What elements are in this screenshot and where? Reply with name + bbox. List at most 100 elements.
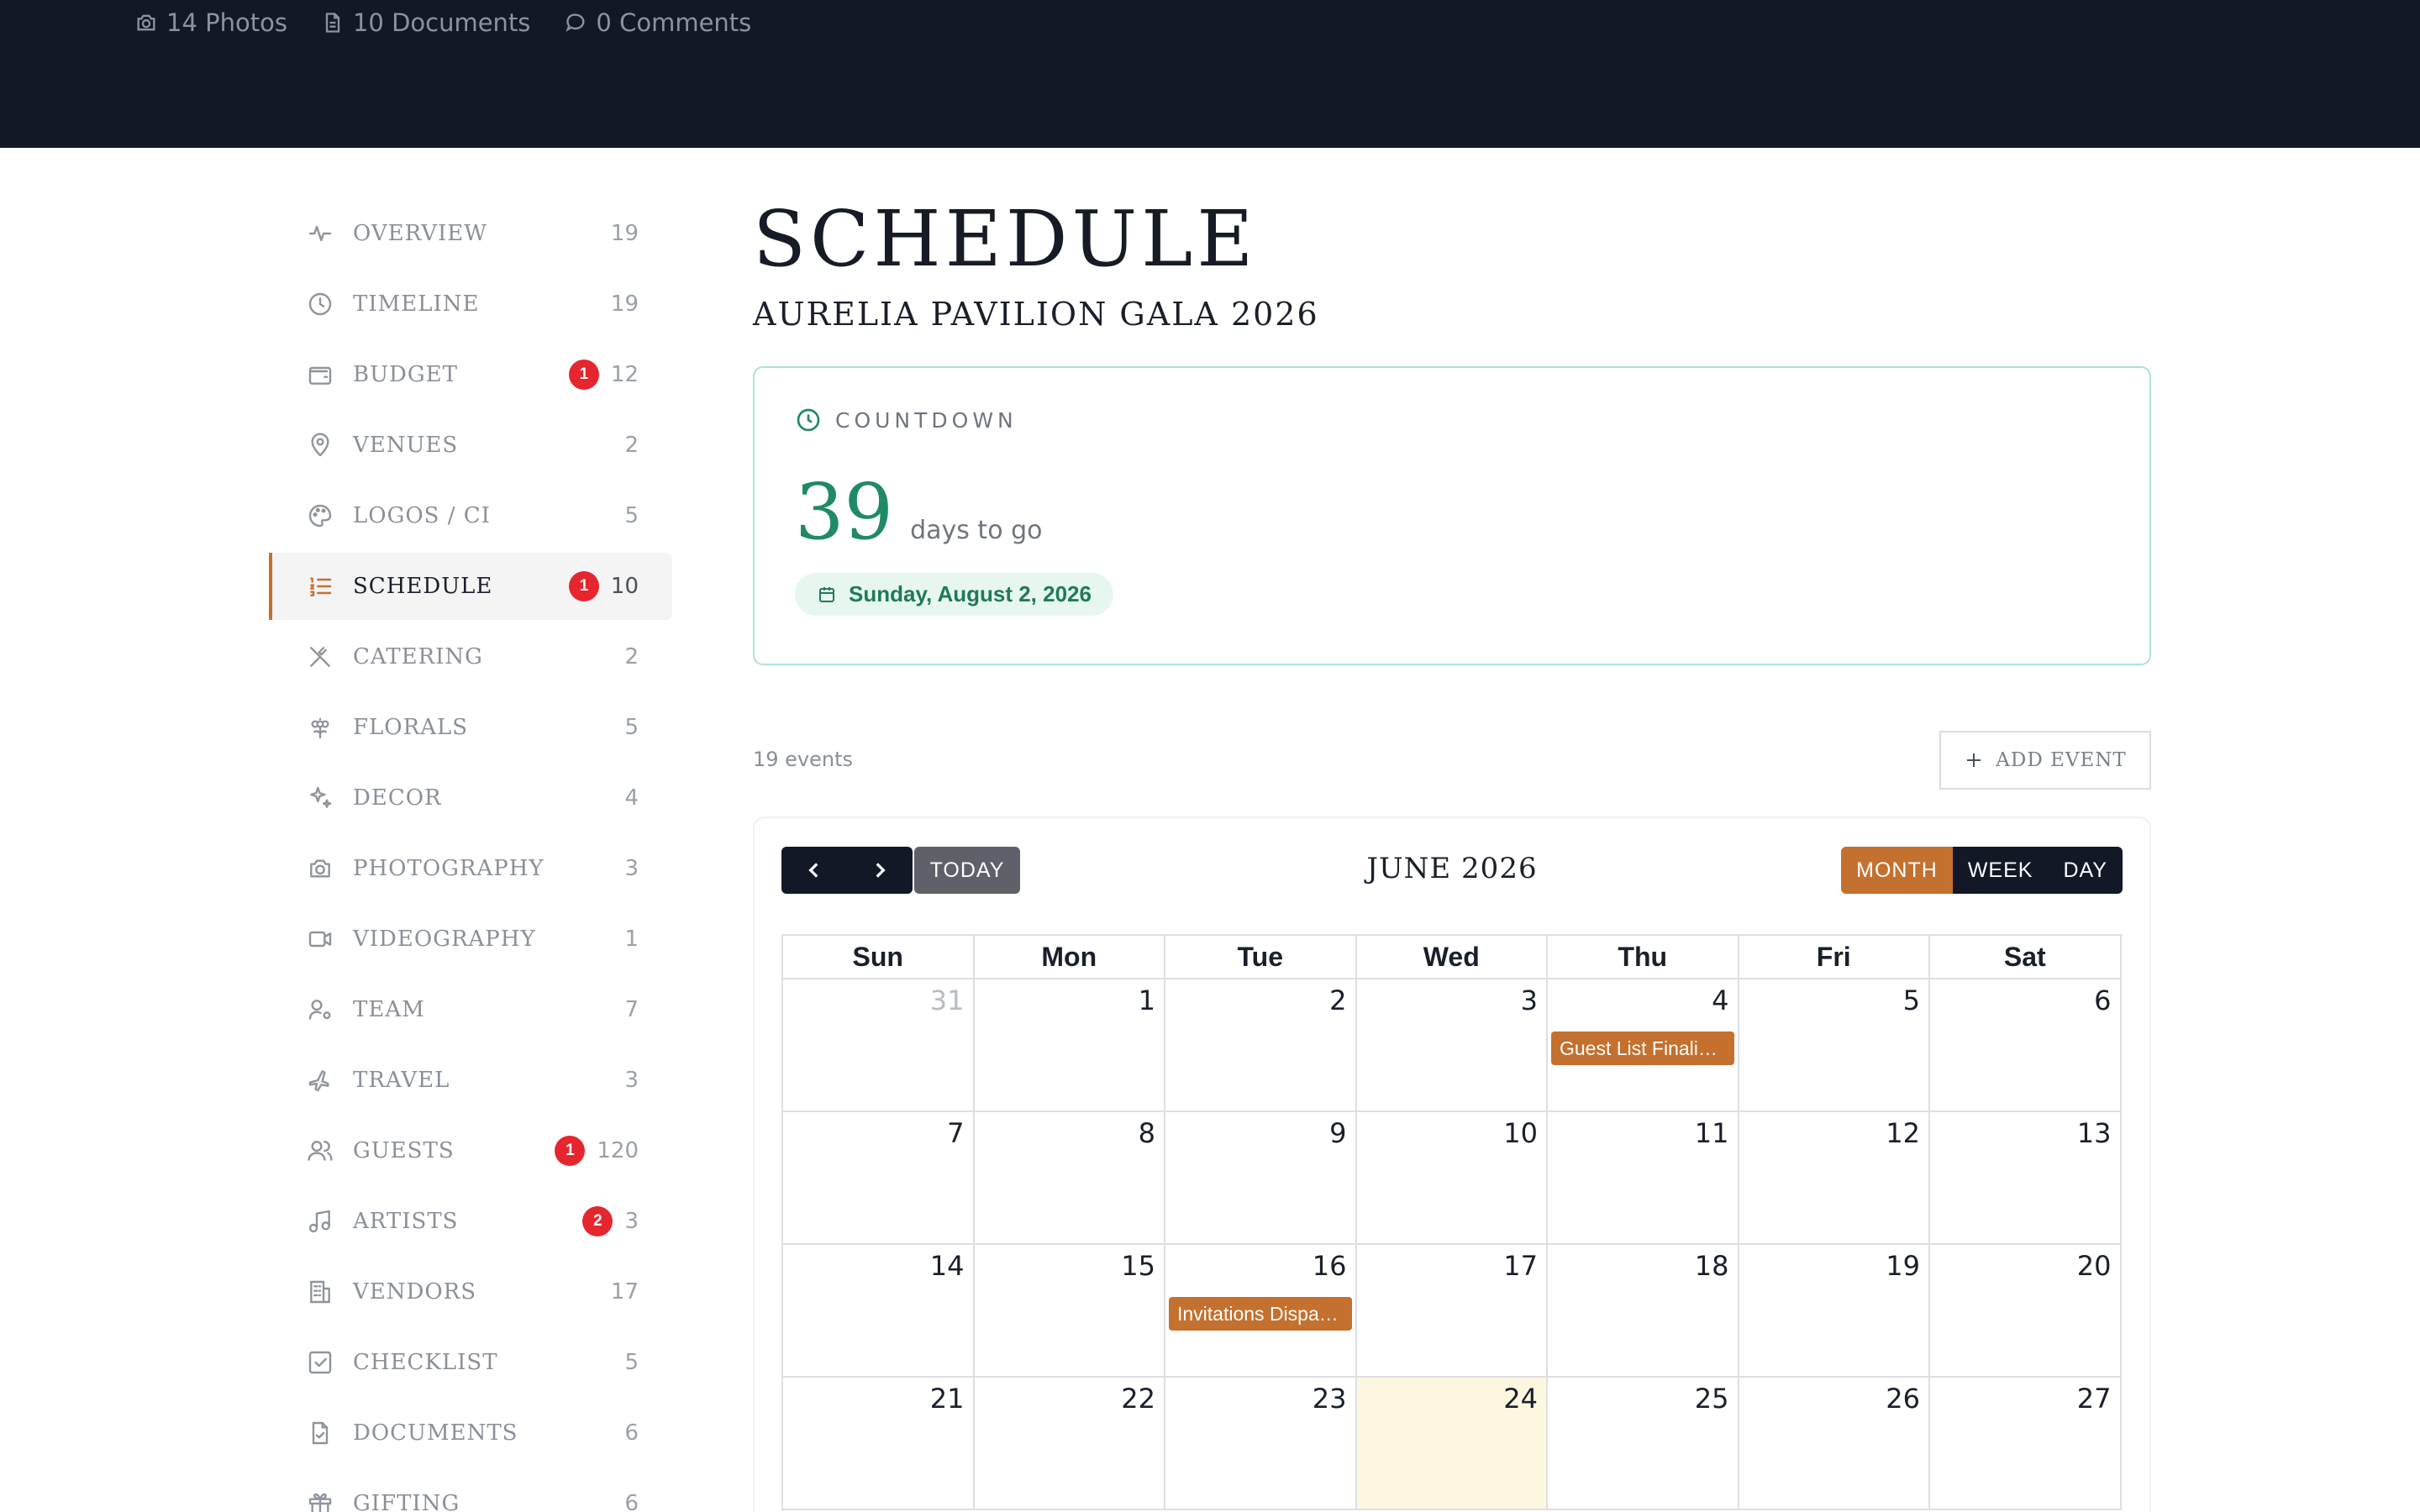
item-count: 5 xyxy=(624,715,639,740)
day-cell[interactable]: 8 xyxy=(974,1112,1165,1245)
day-cell[interactable]: 7 xyxy=(783,1112,975,1245)
sidebar-item-checklist[interactable]: CHECKLIST 5 xyxy=(269,1329,672,1396)
sidebar-item-vendors[interactable]: VENDORS 17 xyxy=(269,1258,672,1326)
sidebar-item-photography[interactable]: PHOTOGRAPHY 3 xyxy=(269,835,672,902)
sidebar-item-florals[interactable]: FLORALS 5 xyxy=(269,694,672,761)
sidebar-item-meta: 1 10 xyxy=(568,553,639,620)
sidebar-item-meta: 1 120 xyxy=(555,1117,639,1184)
sidebar-item-team[interactable]: TEAM 7 xyxy=(269,976,672,1043)
sidebar-item-label: TIMELINE xyxy=(353,291,480,317)
comments-stat[interactable]: 0 Comments xyxy=(564,8,751,37)
day-cell[interactable]: 20 xyxy=(1930,1245,2122,1378)
next-month-button[interactable] xyxy=(847,847,913,894)
countdown-value: 39 days to go xyxy=(795,470,2109,554)
event-date-label: Sunday, August 2, 2026 xyxy=(849,581,1092,606)
calendar: JUNE 2026 TODAY MONTH WEEK DAY Sun Mon Tue We… xyxy=(753,816,2151,1512)
item-count: 2 xyxy=(624,644,639,669)
sidebar-item-schedule[interactable]: SCHEDULE 1 10 xyxy=(269,553,672,620)
alert-badge: 1 xyxy=(555,1136,586,1166)
day-cell[interactable]: 22 xyxy=(974,1378,1165,1510)
sidebar-item-artists[interactable]: ARTISTS 2 3 xyxy=(269,1188,672,1255)
day-cell[interactable]: 12 xyxy=(1739,1112,1930,1245)
day-cell-today[interactable]: 24 xyxy=(1356,1378,1548,1510)
day-cell[interactable]: 15 xyxy=(974,1245,1165,1378)
day-cell[interactable]: 11 xyxy=(1548,1112,1739,1245)
check-square-icon xyxy=(306,1348,334,1377)
utensils-crossed-icon xyxy=(306,643,334,671)
day-cell[interactable]: 13 xyxy=(1930,1112,2122,1245)
calendar-toolbar: JUNE 2026 TODAY MONTH WEEK DAY xyxy=(781,847,2123,894)
weekday-header: Fri xyxy=(1739,936,1930,979)
day-cell[interactable]: 5 xyxy=(1739,979,1930,1112)
map-pin-icon xyxy=(306,431,334,459)
day-cell[interactable]: 1 xyxy=(974,979,1165,1112)
building-icon xyxy=(306,1278,334,1306)
day-cell[interactable]: 18 xyxy=(1548,1245,1739,1378)
day-cell[interactable]: 31 xyxy=(783,979,975,1112)
video-icon xyxy=(306,925,334,953)
day-cell[interactable]: 16 Invitations Dispatched xyxy=(1165,1245,1357,1378)
day-cell[interactable]: 23 xyxy=(1165,1378,1357,1510)
sidebar-item-meta: 2 xyxy=(624,412,639,479)
day-cell[interactable]: 4 Guest List Finalization xyxy=(1548,979,1739,1112)
day-cell[interactable]: 25 xyxy=(1548,1378,1739,1510)
day-cell[interactable]: 26 xyxy=(1739,1378,1930,1510)
sidebar-item-venues[interactable]: VENUES 2 xyxy=(269,412,672,479)
sidebar-item-logos-ci[interactable]: LOGOS / CI 5 xyxy=(269,482,672,549)
sidebar-item-decor[interactable]: DECOR 4 xyxy=(269,764,672,832)
day-cell[interactable]: 21 xyxy=(783,1378,975,1510)
day-number: 1 xyxy=(1138,984,1155,1016)
day-number: 22 xyxy=(1121,1383,1155,1415)
calendar-event[interactable]: Invitations Dispatched xyxy=(1169,1297,1352,1331)
sidebar-item-timeline[interactable]: TIMELINE 19 xyxy=(269,270,672,338)
view-month-button[interactable]: MONTH xyxy=(1841,847,1953,894)
day-cell[interactable]: 10 xyxy=(1356,1112,1548,1245)
sidebar-item-label: LOGOS / CI xyxy=(353,503,491,528)
item-count: 120 xyxy=(597,1138,639,1163)
day-cell[interactable]: 14 xyxy=(783,1245,975,1378)
prev-month-button[interactable] xyxy=(781,847,847,894)
sidebar-item-catering[interactable]: CATERING 2 xyxy=(269,623,672,690)
item-count: 10 xyxy=(610,574,639,599)
day-cell[interactable]: 19 xyxy=(1739,1245,1930,1378)
events-count: 19 events xyxy=(753,748,854,771)
sidebar-item-gifting[interactable]: GIFTING 6 xyxy=(269,1470,672,1512)
view-switcher: MONTH WEEK DAY xyxy=(1841,847,2123,894)
section-sidebar: OVERVIEW 19 TIMELINE 19 BUDGET 1 12 VENUES 2 LOGO… xyxy=(269,200,672,1512)
sidebar-item-overview[interactable]: OVERVIEW 19 xyxy=(269,200,672,267)
events-toolbar: 19 events ADD EVENT xyxy=(753,731,2151,790)
day-cell[interactable]: 17 xyxy=(1356,1245,1548,1378)
sidebar-item-meta: 5 xyxy=(624,482,639,549)
day-cell[interactable]: 6 xyxy=(1930,979,2122,1112)
calendar-event[interactable]: Guest List Finalization xyxy=(1551,1032,1734,1065)
sidebar-item-meta: 6 xyxy=(624,1470,639,1512)
comments-stat-label: 0 Comments xyxy=(596,8,752,37)
sidebar-item-label: BUDGET xyxy=(353,362,458,387)
view-day-button[interactable]: DAY xyxy=(2048,847,2123,894)
day-number: 27 xyxy=(2076,1383,2112,1415)
plus-icon xyxy=(1967,753,1981,767)
countdown-heading: COUNTDOWN xyxy=(795,407,2109,433)
sidebar-item-budget[interactable]: BUDGET 1 12 xyxy=(269,341,672,408)
item-count: 19 xyxy=(610,291,639,317)
today-button[interactable]: TODAY xyxy=(914,847,1020,894)
photos-stat[interactable]: 14 Photos xyxy=(134,8,287,37)
sidebar-item-travel[interactable]: TRAVEL 3 xyxy=(269,1047,672,1114)
view-week-button[interactable]: WEEK xyxy=(1952,847,2049,894)
sidebar-item-guests[interactable]: GUESTS 1 120 xyxy=(269,1117,672,1184)
day-cell[interactable]: 9 xyxy=(1165,1112,1357,1245)
day-number: 15 xyxy=(1121,1250,1155,1282)
day-cell[interactable]: 27 xyxy=(1930,1378,2122,1510)
project-stats: 14 Photos 10 Documents 0 Comments xyxy=(134,8,751,37)
sidebar-item-meta: 5 xyxy=(624,694,639,761)
day-cell[interactable]: 3 xyxy=(1356,979,1548,1112)
documents-stat[interactable]: 10 Documents xyxy=(321,8,530,37)
month-grid: Sun Mon Tue Wed Thu Fri Sat 31 1 2 3 4 Guest List Fi… xyxy=(781,934,2123,1510)
sidebar-item-label: VIDEOGRAPHY xyxy=(353,927,536,952)
sidebar-item-documents[interactable]: DOCUMENTS 6 xyxy=(269,1399,672,1467)
day-number: 2 xyxy=(1329,984,1347,1016)
sidebar-item-videography[interactable]: VIDEOGRAPHY 1 xyxy=(269,906,672,973)
day-number: 18 xyxy=(1694,1250,1729,1282)
day-cell[interactable]: 2 xyxy=(1165,979,1357,1112)
add-event-button[interactable]: ADD EVENT xyxy=(1939,731,2151,790)
